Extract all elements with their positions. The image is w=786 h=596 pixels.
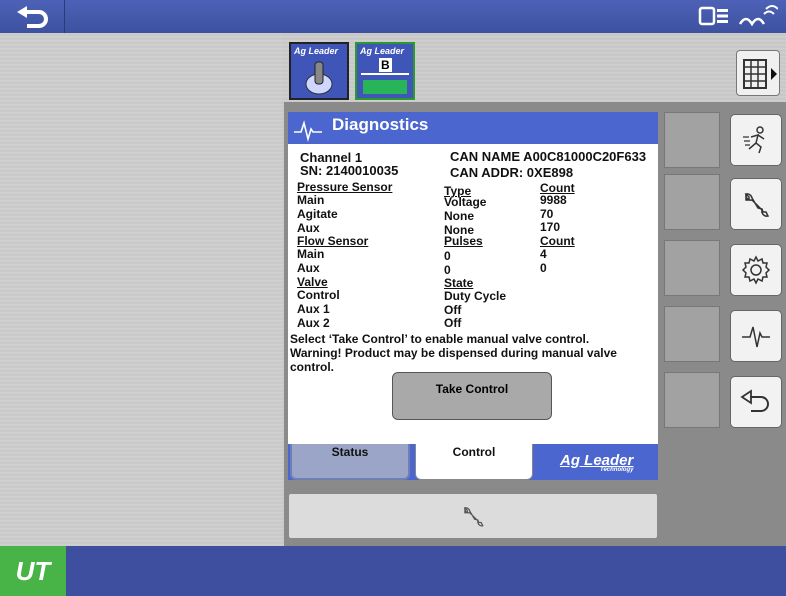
- pressure-name: Aux: [297, 221, 320, 235]
- pressure-count: 9988: [540, 193, 567, 207]
- gear-icon: [741, 255, 771, 285]
- valve-state: Duty Cycle: [444, 289, 507, 303]
- diagnostics-tabs: Status Control Ag Leader Technology: [288, 444, 658, 480]
- bottom-bar: [0, 546, 786, 596]
- empty-slot: [664, 372, 720, 428]
- tab-control[interactable]: Control: [415, 444, 533, 480]
- undo-arrow-icon: [17, 5, 48, 28]
- brand-sub: Technology: [600, 467, 634, 473]
- diagnostics-panel: Diagnostics Channel 1 SN: 2140010035 CAN…: [288, 112, 658, 480]
- tab-valve-switch[interactable]: Ag Leader: [289, 42, 349, 100]
- empty-slot: [664, 240, 720, 296]
- layout-select-button[interactable]: [736, 50, 780, 96]
- pressure-count: 70: [540, 207, 554, 221]
- ag-leader-logo: Ag Leader Technology: [560, 452, 633, 473]
- flow-count: 4: [540, 247, 547, 261]
- flow-pulses: 0: [444, 263, 451, 277]
- flow-pulses: 0: [444, 249, 451, 263]
- diagnostics-title: Diagnostics: [332, 115, 429, 134]
- wrench-icon: [744, 193, 770, 217]
- take-control-button[interactable]: Take Control: [392, 372, 552, 420]
- warning-text: control.: [290, 360, 334, 374]
- back-button[interactable]: [0, 0, 65, 33]
- signal-icon: [738, 5, 778, 27]
- tab-status-label: Status: [331, 445, 369, 459]
- valve-name: Aux 2: [297, 316, 330, 330]
- valve-state: Off: [444, 303, 462, 317]
- valve-header: Valve: [297, 275, 328, 289]
- empty-slot: [664, 174, 720, 230]
- can-address: CAN ADDR: 0XE898: [450, 165, 574, 180]
- pressure-name: Main: [297, 193, 325, 207]
- diagnostics-button[interactable]: [730, 310, 782, 362]
- tab-brand-label: Ag Leader: [360, 46, 405, 56]
- top-bar: [0, 0, 786, 33]
- pressure-type: Voltage: [444, 195, 487, 209]
- ut-logo-button[interactable]: UT: [0, 546, 66, 596]
- tab-control-label: Control: [452, 445, 496, 459]
- pulses-header: Pulses: [444, 234, 483, 248]
- display-toggle-icon[interactable]: [698, 5, 730, 27]
- run-button[interactable]: [730, 114, 782, 166]
- pressure-name: Agitate: [297, 207, 338, 221]
- tab-brand-label: Ag Leader: [294, 46, 339, 56]
- valve-name: Aux 1: [297, 302, 330, 316]
- flow-name: Aux: [297, 261, 320, 275]
- pressure-sensor-header: Pressure Sensor: [297, 180, 393, 194]
- return-button[interactable]: [730, 376, 782, 428]
- tools-button[interactable]: [730, 178, 782, 230]
- flow-name: Main: [297, 247, 325, 261]
- left-panel: [0, 33, 282, 546]
- flow-sensor-header: Flow Sensor: [297, 234, 369, 248]
- undo-arrow-icon: [740, 389, 769, 412]
- valve-name: Control: [297, 288, 340, 302]
- diagnostics-header: Diagnostics: [288, 112, 658, 144]
- count-header: Count: [540, 234, 575, 248]
- pressure-count: 170: [540, 220, 561, 234]
- ut-logo-text: UT: [15, 555, 51, 586]
- state-header: State: [444, 276, 474, 290]
- running-person-icon: [743, 126, 765, 154]
- warning-text: Warning! Product may be dispensed during…: [290, 346, 617, 360]
- tab-sprayer-b[interactable]: Ag Leader B: [355, 42, 415, 100]
- toggle-switch-icon: [305, 61, 333, 95]
- valve-state: Off: [444, 316, 462, 330]
- flow-count: 0: [540, 261, 547, 275]
- instruction-text: Select ‘Take Control’ to enable manual v…: [290, 332, 590, 346]
- tab-status[interactable]: Status: [290, 444, 410, 480]
- tool-bar-button[interactable]: [288, 493, 658, 539]
- empty-slot: [664, 112, 720, 168]
- take-control-label: Take Control: [435, 382, 509, 396]
- wrench-icon: [463, 507, 484, 527]
- waveform-icon: [742, 326, 770, 348]
- pressure-type: None: [444, 209, 474, 223]
- empty-slot: [664, 306, 720, 362]
- section-badge: B: [379, 58, 392, 72]
- grid-layout-icon: [743, 59, 777, 89]
- serial-number: SN: 2140010035: [300, 163, 399, 178]
- can-name: CAN NAME A00C81000C20F633: [450, 149, 647, 164]
- settings-button[interactable]: [730, 244, 782, 296]
- status-icons: [698, 4, 778, 28]
- waveform-icon: [294, 120, 322, 143]
